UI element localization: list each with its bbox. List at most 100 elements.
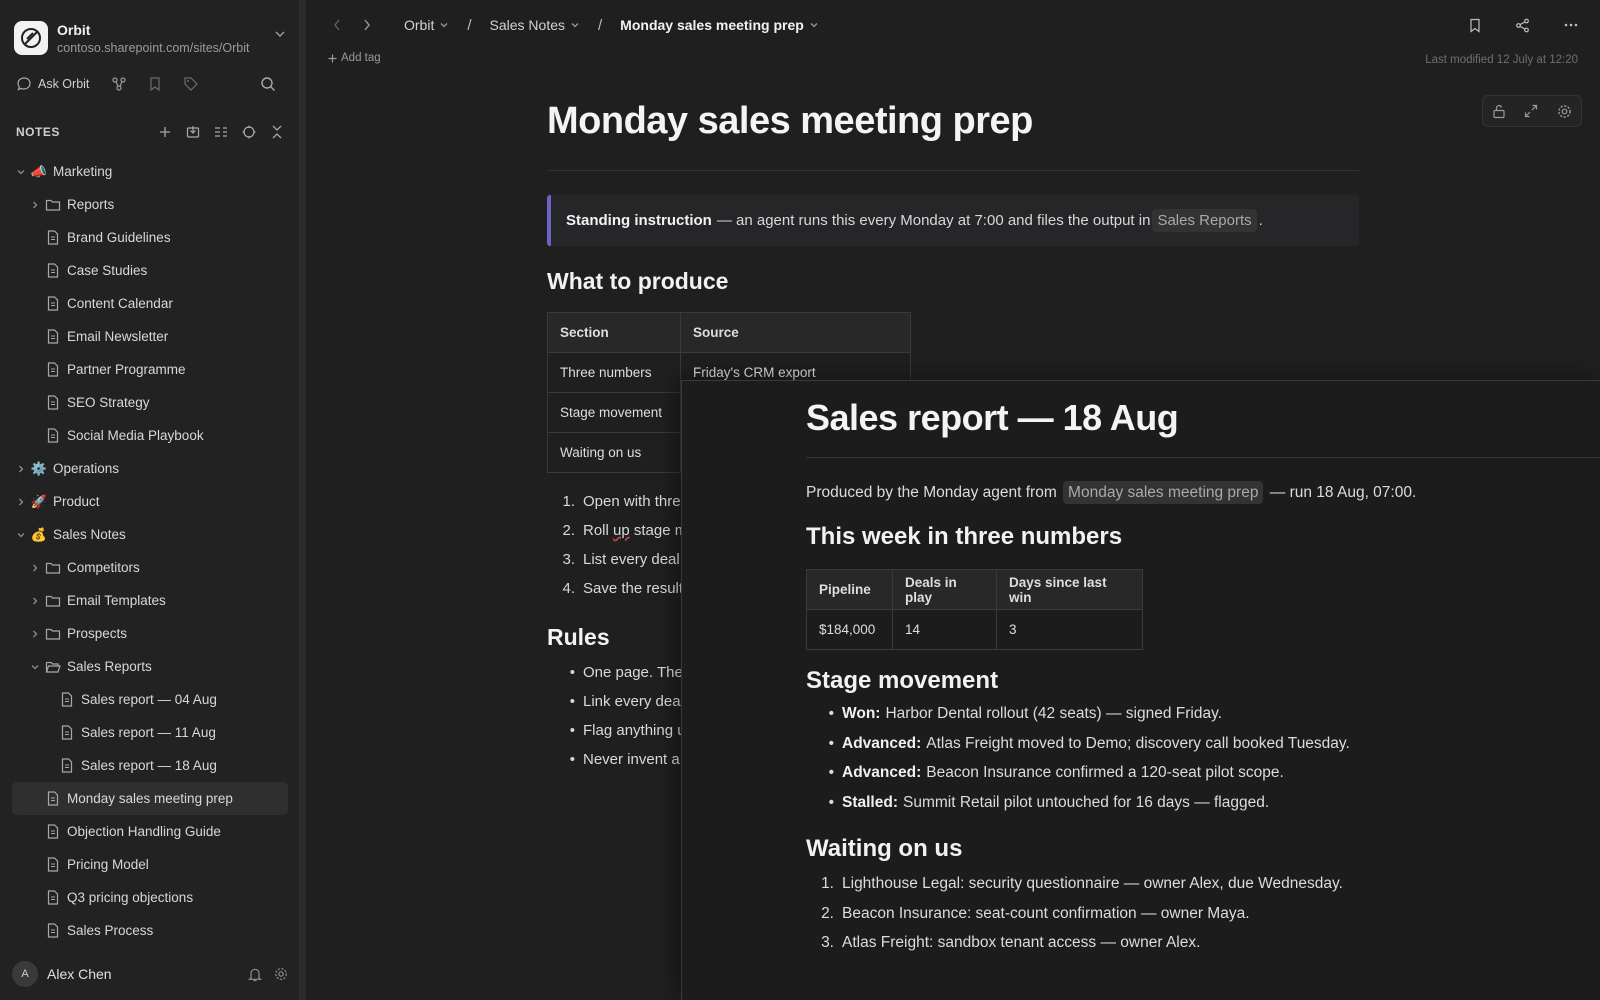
- chevron-down-icon[interactable]: [274, 28, 286, 40]
- report-meta-text: — run 18 Aug, 07:00.: [1269, 484, 1417, 501]
- table-cell: 3: [996, 609, 1143, 650]
- ask-orbit-button[interactable]: Ask Orbit: [16, 76, 89, 92]
- sidebar-item-label: Sales report — 18 Aug: [81, 758, 217, 773]
- stage-label: Advanced:: [842, 734, 922, 752]
- sidebar-item-email-templates[interactable]: Email Templates: [12, 584, 288, 617]
- chevron-down-icon[interactable]: [12, 163, 30, 181]
- plus-icon[interactable]: [156, 123, 174, 141]
- sidebar-item-q3-pricing-objections[interactable]: Q3 pricing objections: [12, 881, 288, 914]
- list-number: 4.: [562, 580, 575, 597]
- bookmark-icon[interactable]: [1469, 18, 1481, 33]
- sidebar-item-case-studies[interactable]: Case Studies: [12, 254, 288, 287]
- breadcrumb-folder[interactable]: Sales Notes: [490, 17, 580, 33]
- breadcrumb-page[interactable]: Monday sales meeting prep: [620, 17, 819, 33]
- add-tag-button[interactable]: Add tag: [328, 52, 381, 64]
- list-item: • Stalled: Summit Retail pilot untouched f…: [806, 794, 1586, 824]
- callout-bold: Standing instruction: [566, 212, 712, 229]
- unlock-icon[interactable]: [1492, 104, 1506, 119]
- sidebar-item-social-media-playbook[interactable]: Social Media Playbook: [12, 419, 288, 452]
- source-page-link[interactable]: Monday sales meeting prep: [1063, 481, 1264, 504]
- sidebar-item-operations[interactable]: ⚙️ Operations: [12, 452, 288, 485]
- folder-icon: [44, 196, 62, 214]
- sidebar-item-seo-strategy[interactable]: SEO Strategy: [12, 386, 288, 419]
- table-header-cell: Pipeline: [806, 569, 893, 610]
- sidebar-item-pricing-model[interactable]: Pricing Model: [12, 848, 288, 881]
- table-header-cell: Deals in play: [892, 569, 997, 610]
- sales-reports-link[interactable]: Sales Reports: [1152, 209, 1257, 232]
- sidebar-item-sales-report-18-aug[interactable]: Sales report — 18 Aug: [12, 749, 288, 782]
- folder-open-icon: [44, 658, 62, 676]
- graph-icon[interactable]: [101, 72, 137, 96]
- sidebar-item-prospects[interactable]: Prospects: [12, 617, 288, 650]
- avatar[interactable]: A: [12, 961, 38, 987]
- settings-gear-icon[interactable]: [1557, 104, 1572, 119]
- chevron-down-icon[interactable]: [12, 526, 30, 544]
- sidebar-item-label: Q3 pricing objections: [67, 890, 194, 905]
- sort-list-icon[interactable]: [212, 123, 230, 141]
- more-options-icon[interactable]: [1564, 18, 1578, 33]
- document-icon: [58, 724, 76, 742]
- sidebar-item-sales-process[interactable]: Sales Process: [12, 914, 288, 947]
- sidebar-item-label: Social Media Playbook: [67, 428, 204, 443]
- breadcrumb-page-label: Monday sales meeting prep: [620, 17, 804, 33]
- sidebar-item-marketing[interactable]: 📣 Marketing: [12, 155, 288, 188]
- tag-icon[interactable]: [173, 72, 209, 96]
- chevron-down-icon[interactable]: [26, 658, 44, 676]
- chevron-right-icon[interactable]: [12, 460, 30, 478]
- sidebar-item-label: Product: [53, 494, 100, 509]
- share-icon[interactable]: [1515, 18, 1530, 33]
- heading-three-numbers: This week in three numbers: [806, 523, 1123, 550]
- sidebar-item-sales-report-11-aug[interactable]: Sales report — 11 Aug: [12, 716, 288, 749]
- stage-label: Stalled:: [842, 793, 898, 811]
- sidebar-item-brand-guidelines[interactable]: Brand Guidelines: [12, 221, 288, 254]
- table-header-cell: Section: [547, 312, 681, 353]
- chevron-right-icon[interactable]: [26, 196, 44, 214]
- list-number: 3.: [562, 551, 575, 568]
- sidebar-item-sales-report-04-aug[interactable]: Sales report — 04 Aug: [12, 683, 288, 716]
- chevron-right-icon[interactable]: [26, 625, 44, 643]
- sidebar-item-product[interactable]: 🚀 Product: [12, 485, 288, 518]
- import-icon[interactable]: [184, 123, 202, 141]
- gear-icon[interactable]: [274, 967, 288, 982]
- chevron-right-icon[interactable]: [12, 493, 30, 511]
- search-icon[interactable]: [250, 72, 286, 96]
- sidebar-item-monday-sales-meeting-prep[interactable]: Monday sales meeting prep: [12, 782, 288, 815]
- group-emoji-icon: 📣: [30, 163, 48, 179]
- chevron-down-icon: [809, 20, 819, 30]
- sidebar-item-content-calendar[interactable]: Content Calendar: [12, 287, 288, 320]
- bookmark-icon[interactable]: [137, 72, 173, 96]
- locate-icon[interactable]: [240, 123, 258, 141]
- report-preview-panel[interactable]: Sales report — 18 Aug Produced by the Mo…: [681, 380, 1600, 1000]
- sidebar-item-partner-programme[interactable]: Partner Programme: [12, 353, 288, 386]
- document-icon: [44, 361, 62, 379]
- sidebar-item-objection-handling-guide[interactable]: Objection Handling Guide: [12, 815, 288, 848]
- list-text: One page. The: [583, 664, 683, 681]
- sidebar-item-label: Partner Programme: [67, 362, 186, 377]
- list-item: • Won: Harbor Dental rollout (42 seats) — …: [806, 705, 1586, 735]
- sidebar-item-email-newsletter[interactable]: Email Newsletter: [12, 320, 288, 353]
- bell-icon[interactable]: [248, 967, 262, 982]
- back-button[interactable]: [322, 10, 352, 40]
- breadcrumb-workspace[interactable]: Orbit: [404, 17, 449, 33]
- collapse-all-icon[interactable]: [268, 123, 286, 141]
- document-icon: [44, 295, 62, 313]
- expand-icon[interactable]: [1524, 104, 1538, 118]
- chevron-right-icon[interactable]: [26, 592, 44, 610]
- sidebar-item-sales-reports[interactable]: Sales Reports: [12, 650, 288, 683]
- page-title[interactable]: Monday sales meeting prep: [547, 100, 1359, 156]
- sidebar-item-label: Reports: [67, 197, 115, 212]
- list-item: • Advanced: Beacon Insurance confirmed a 1…: [806, 764, 1586, 794]
- bullet: •: [569, 722, 575, 739]
- sidebar-item-sales-notes[interactable]: 💰 Sales Notes: [12, 518, 288, 551]
- chevron-right-icon[interactable]: [26, 559, 44, 577]
- sidebar-item-competitors[interactable]: Competitors: [12, 551, 288, 584]
- sidebar-item-reports[interactable]: Reports: [12, 188, 288, 221]
- notes-tree: 📣 Marketing Reports Brand Guidelines Case St…: [12, 155, 288, 947]
- callout-text: — an agent runs this every Monday at 7:0…: [716, 212, 1151, 229]
- workspace-switcher[interactable]: Orbit contoso.sharepoint.com/sites/Orbit: [14, 18, 294, 58]
- sidebar-item-label: Marketing: [53, 164, 113, 179]
- forward-button[interactable]: [352, 10, 382, 40]
- sidebar-item-label: Sales report — 04 Aug: [81, 692, 217, 707]
- spellcheck-word[interactable]: up: [613, 522, 630, 539]
